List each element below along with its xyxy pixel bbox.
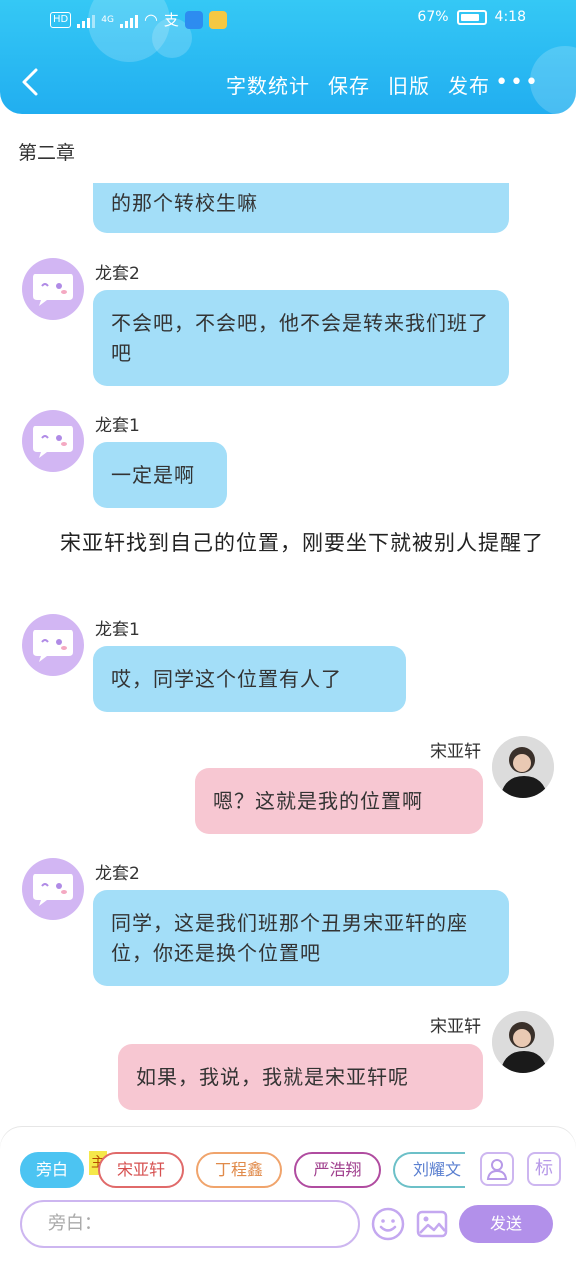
message-text: 一定是啊 bbox=[111, 463, 195, 487]
top-header: HD 4G ◠ 支 67% 4:18 字数统计 保存 旧版 发布 ••• bbox=[0, 0, 576, 114]
speaker-name: 龙套2 bbox=[95, 864, 140, 884]
message-text: 不会吧，不会吧，他不会是转来我们班了吧 bbox=[111, 311, 489, 365]
back-icon[interactable] bbox=[20, 64, 48, 104]
user-photo-icon bbox=[492, 736, 554, 798]
person-icon[interactable] bbox=[480, 1152, 514, 1186]
message-input[interactable]: 旁白： bbox=[20, 1200, 360, 1248]
avatar[interactable] bbox=[492, 736, 554, 798]
avatar[interactable] bbox=[22, 614, 84, 676]
navbar: 字数统计 保存 旧版 发布 ••• bbox=[0, 58, 576, 108]
chat-face-icon bbox=[33, 874, 73, 906]
role-button[interactable]: 宋亚轩 bbox=[98, 1152, 184, 1188]
role-button[interactable]: 丁程鑫 bbox=[196, 1152, 282, 1188]
role-button[interactable]: 严浩翔 bbox=[294, 1152, 381, 1188]
clock: 4:18 bbox=[494, 9, 526, 25]
speaker-name: 龙套2 bbox=[95, 264, 140, 284]
battery-percent: 67% bbox=[417, 9, 449, 25]
publish-button[interactable]: 发布 bbox=[448, 70, 490, 99]
role-narrator-button[interactable]: 旁白 bbox=[20, 1152, 84, 1188]
avatar[interactable] bbox=[492, 1011, 554, 1073]
message-bubble[interactable]: 同学，这是我们班那个丑男宋亚轩的座位，你还是换个位置吧 bbox=[93, 890, 509, 986]
speaker-name: 宋亚轩 bbox=[430, 1017, 481, 1037]
signal-icon bbox=[77, 12, 96, 28]
signal-icon bbox=[119, 12, 138, 28]
speaker-name: 龙套1 bbox=[95, 620, 140, 640]
save-button[interactable]: 保存 bbox=[328, 70, 370, 99]
message-bubble[interactable]: 不会吧，不会吧，他不会是转来我们班了吧 bbox=[93, 290, 509, 386]
label-icon[interactable]: 标 bbox=[527, 1152, 561, 1186]
chat-face-icon bbox=[33, 426, 73, 458]
message-bubble[interactable]: 如果，我说，我就是宋亚轩呢 bbox=[118, 1044, 483, 1110]
wifi-icon: ◠ bbox=[143, 10, 158, 29]
speaker-name: 龙套1 bbox=[95, 416, 140, 436]
more-icon[interactable]: ••• bbox=[495, 70, 540, 95]
speaker-name: 宋亚轩 bbox=[430, 742, 481, 762]
network-type: 4G bbox=[101, 14, 114, 25]
shield-app-icon bbox=[184, 10, 203, 29]
message-text: 哎，同学这个位置有人了 bbox=[111, 667, 342, 691]
chapter-title: 第二章 bbox=[18, 142, 76, 164]
avatar[interactable] bbox=[22, 258, 84, 320]
message-bubble[interactable]: 一定是啊 bbox=[93, 442, 227, 508]
word-count-button[interactable]: 字数统计 bbox=[226, 70, 310, 99]
message-text: 的那个转校生嘛 bbox=[111, 191, 258, 215]
chat-face-icon bbox=[33, 274, 73, 306]
send-button[interactable]: 发送 bbox=[459, 1205, 553, 1243]
message-text: 如果，我说，我就是宋亚轩呢 bbox=[136, 1065, 409, 1089]
user-photo-icon bbox=[492, 1011, 554, 1073]
message-bubble[interactable]: 哎，同学这个位置有人了 bbox=[93, 646, 406, 712]
emoji-icon[interactable] bbox=[370, 1206, 406, 1242]
avatar[interactable] bbox=[22, 410, 84, 472]
narration-text[interactable]: 宋亚轩找到自己的位置，刚要坐下就被别人提醒了 bbox=[26, 528, 554, 559]
image-icon[interactable] bbox=[414, 1206, 450, 1242]
status-bar: HD 4G ◠ 支 67% 4:18 bbox=[0, 0, 576, 40]
role-button[interactable]: 刘耀文 bbox=[393, 1152, 465, 1188]
alipay-icon: 支 bbox=[163, 11, 179, 29]
avatar[interactable] bbox=[22, 858, 84, 920]
weibo-icon bbox=[208, 10, 227, 29]
message-bubble[interactable]: 嗯？这就是我的位置啊 bbox=[195, 768, 483, 834]
old-version-button[interactable]: 旧版 bbox=[388, 70, 430, 99]
battery-icon bbox=[456, 9, 487, 25]
message-text: 同学，这是我们班那个丑男宋亚轩的座位，你还是换个位置吧 bbox=[111, 911, 468, 965]
message-text: 嗯？这就是我的位置啊 bbox=[213, 789, 423, 813]
hd-icon: HD bbox=[50, 11, 72, 28]
chat-face-icon bbox=[33, 630, 73, 662]
message-bubble[interactable]: 的那个转校生嘛 bbox=[93, 183, 509, 233]
